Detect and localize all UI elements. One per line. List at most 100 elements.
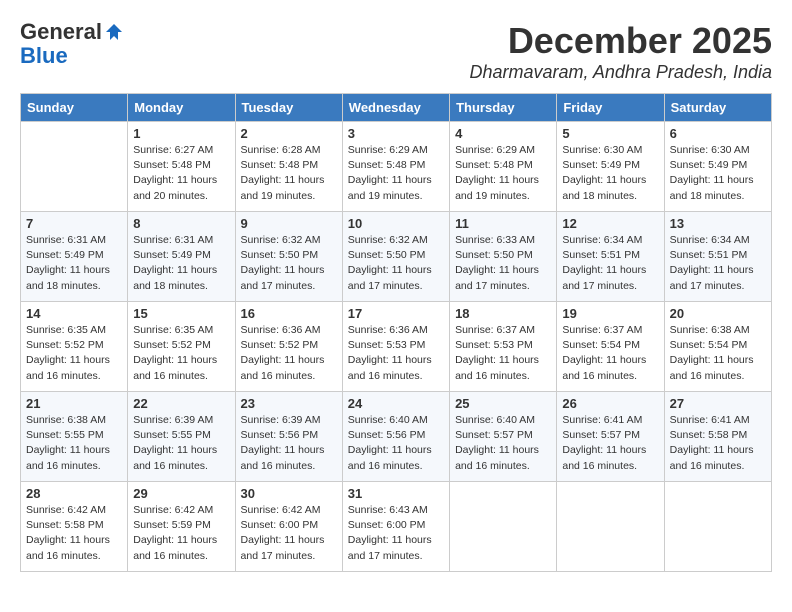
day-number: 30 — [241, 486, 337, 501]
cell-info: Sunrise: 6:38 AM Sunset: 5:55 PM Dayligh… — [26, 413, 122, 474]
calendar-cell — [557, 482, 664, 572]
cell-info: Sunrise: 6:43 AM Sunset: 6:00 PM Dayligh… — [348, 503, 444, 564]
cell-info: Sunrise: 6:41 AM Sunset: 5:57 PM Dayligh… — [562, 413, 658, 474]
column-header-monday: Monday — [128, 94, 235, 122]
calendar-cell: 6Sunrise: 6:30 AM Sunset: 5:49 PM Daylig… — [664, 122, 771, 212]
calendar-cell: 21Sunrise: 6:38 AM Sunset: 5:55 PM Dayli… — [21, 392, 128, 482]
day-number: 5 — [562, 126, 658, 141]
calendar-cell: 2Sunrise: 6:28 AM Sunset: 5:48 PM Daylig… — [235, 122, 342, 212]
cell-info: Sunrise: 6:28 AM Sunset: 5:48 PM Dayligh… — [241, 143, 337, 204]
calendar-cell: 25 Sunrise: 6:40 AM Sunset: 5:57 PM Dayli… — [450, 392, 557, 482]
cell-info: Sunrise: 6:36 AM Sunset: 5:53 PM Dayligh… — [348, 323, 444, 384]
day-number: 12 — [562, 216, 658, 231]
calendar-cell: 13 Sunrise: 6:34 AM Sunset: 5:51 PM Dayli… — [664, 212, 771, 302]
cell-info: Sunrise: 6:35 AM Sunset: 5:52 PM Dayligh… — [26, 323, 122, 384]
calendar-cell: 18 Sunrise: 6:37 AM Sunset: 5:53 PM Dayli… — [450, 302, 557, 392]
calendar-cell — [450, 482, 557, 572]
cell-info: Sunrise: 6:42 AM Sunset: 6:00 PM Dayligh… — [241, 503, 337, 564]
day-number: 6 — [670, 126, 766, 141]
day-number: 28 — [26, 486, 122, 501]
logo: General Blue — [20, 20, 124, 68]
day-number: 3 — [348, 126, 444, 141]
calendar-cell: 8 Sunrise: 6:31 AM Sunset: 5:49 PM Daylig… — [128, 212, 235, 302]
day-number: 8 — [133, 216, 229, 231]
day-number: 23 — [241, 396, 337, 411]
calendar-cell: 27Sunrise: 6:41 AM Sunset: 5:58 PM Dayli… — [664, 392, 771, 482]
day-number: 19 — [562, 306, 658, 321]
week-row: 7 Sunrise: 6:31 AM Sunset: 5:49 PM Daylig… — [21, 212, 772, 302]
day-number: 7 — [26, 216, 122, 231]
month-title: December 2025 — [470, 20, 772, 62]
cell-info: Sunrise: 6:33 AM Sunset: 5:50 PM Dayligh… — [455, 233, 551, 294]
day-number: 4 — [455, 126, 551, 141]
calendar-cell — [664, 482, 771, 572]
calendar-cell: 20 Sunrise: 6:38 AM Sunset: 5:54 PM Dayli… — [664, 302, 771, 392]
calendar-cell: 12Sunrise: 6:34 AM Sunset: 5:51 PM Dayli… — [557, 212, 664, 302]
cell-info: Sunrise: 6:36 AM Sunset: 5:52 PM Dayligh… — [241, 323, 337, 384]
calendar-cell — [21, 122, 128, 212]
cell-info: Sunrise: 6:27 AM Sunset: 5:48 PM Dayligh… — [133, 143, 229, 204]
cell-info: Sunrise: 6:39 AM Sunset: 5:56 PM Dayligh… — [241, 413, 337, 474]
week-row: 14Sunrise: 6:35 AM Sunset: 5:52 PM Dayli… — [21, 302, 772, 392]
calendar-cell: 7 Sunrise: 6:31 AM Sunset: 5:49 PM Daylig… — [21, 212, 128, 302]
column-header-friday: Friday — [557, 94, 664, 122]
calendar-cell: 14Sunrise: 6:35 AM Sunset: 5:52 PM Dayli… — [21, 302, 128, 392]
cell-info: Sunrise: 6:34 AM Sunset: 5:51 PM Dayligh… — [670, 233, 766, 294]
calendar-cell: 28Sunrise: 6:42 AM Sunset: 5:58 PM Dayli… — [21, 482, 128, 572]
day-number: 16 — [241, 306, 337, 321]
calendar-cell: 1 Sunrise: 6:27 AM Sunset: 5:48 PM Daylig… — [128, 122, 235, 212]
cell-info: Sunrise: 6:32 AM Sunset: 5:50 PM Dayligh… — [348, 233, 444, 294]
calendar-table: SundayMondayTuesdayWednesdayThursdayFrid… — [20, 93, 772, 572]
header-row: SundayMondayTuesdayWednesdayThursdayFrid… — [21, 94, 772, 122]
cell-info: Sunrise: 6:42 AM Sunset: 5:59 PM Dayligh… — [133, 503, 229, 564]
calendar-cell: 4Sunrise: 6:29 AM Sunset: 5:48 PM Daylig… — [450, 122, 557, 212]
day-number: 25 — [455, 396, 551, 411]
day-number: 31 — [348, 486, 444, 501]
day-number: 29 — [133, 486, 229, 501]
cell-info: Sunrise: 6:37 AM Sunset: 5:53 PM Dayligh… — [455, 323, 551, 384]
page-header: General Blue December 2025 Dharmavaram, … — [20, 20, 772, 83]
day-number: 20 — [670, 306, 766, 321]
calendar-cell: 19 Sunrise: 6:37 AM Sunset: 5:54 PM Dayli… — [557, 302, 664, 392]
calendar-cell: 30 Sunrise: 6:42 AM Sunset: 6:00 PM Dayli… — [235, 482, 342, 572]
calendar-cell: 11 Sunrise: 6:33 AM Sunset: 5:50 PM Dayli… — [450, 212, 557, 302]
cell-info: Sunrise: 6:40 AM Sunset: 5:56 PM Dayligh… — [348, 413, 444, 474]
calendar-cell: 9 Sunrise: 6:32 AM Sunset: 5:50 PM Daylig… — [235, 212, 342, 302]
day-number: 17 — [348, 306, 444, 321]
column-header-saturday: Saturday — [664, 94, 771, 122]
week-row: 28Sunrise: 6:42 AM Sunset: 5:58 PM Dayli… — [21, 482, 772, 572]
day-number: 11 — [455, 216, 551, 231]
cell-info: Sunrise: 6:29 AM Sunset: 5:48 PM Dayligh… — [348, 143, 444, 204]
day-number: 13 — [670, 216, 766, 231]
week-row: 21Sunrise: 6:38 AM Sunset: 5:55 PM Dayli… — [21, 392, 772, 482]
day-number: 26 — [562, 396, 658, 411]
cell-info: Sunrise: 6:38 AM Sunset: 5:54 PM Dayligh… — [670, 323, 766, 384]
calendar-cell: 5 Sunrise: 6:30 AM Sunset: 5:49 PM Daylig… — [557, 122, 664, 212]
cell-info: Sunrise: 6:35 AM Sunset: 5:52 PM Dayligh… — [133, 323, 229, 384]
cell-info: Sunrise: 6:31 AM Sunset: 5:49 PM Dayligh… — [133, 233, 229, 294]
day-number: 10 — [348, 216, 444, 231]
day-number: 15 — [133, 306, 229, 321]
cell-info: Sunrise: 6:30 AM Sunset: 5:49 PM Dayligh… — [562, 143, 658, 204]
day-number: 1 — [133, 126, 229, 141]
title-block: December 2025 Dharmavaram, Andhra Prades… — [470, 20, 772, 83]
cell-info: Sunrise: 6:41 AM Sunset: 5:58 PM Dayligh… — [670, 413, 766, 474]
column-header-tuesday: Tuesday — [235, 94, 342, 122]
calendar-cell: 15 Sunrise: 6:35 AM Sunset: 5:52 PM Dayli… — [128, 302, 235, 392]
calendar-cell: 10 Sunrise: 6:32 AM Sunset: 5:50 PM Dayli… — [342, 212, 449, 302]
calendar-cell: 26 Sunrise: 6:41 AM Sunset: 5:57 PM Dayli… — [557, 392, 664, 482]
column-header-sunday: Sunday — [21, 94, 128, 122]
calendar-cell: 29 Sunrise: 6:42 AM Sunset: 5:59 PM Dayli… — [128, 482, 235, 572]
day-number: 22 — [133, 396, 229, 411]
cell-info: Sunrise: 6:40 AM Sunset: 5:57 PM Dayligh… — [455, 413, 551, 474]
calendar-cell: 24Sunrise: 6:40 AM Sunset: 5:56 PM Dayli… — [342, 392, 449, 482]
day-number: 9 — [241, 216, 337, 231]
calendar-cell: 3 Sunrise: 6:29 AM Sunset: 5:48 PM Daylig… — [342, 122, 449, 212]
cell-info: Sunrise: 6:32 AM Sunset: 5:50 PM Dayligh… — [241, 233, 337, 294]
column-header-thursday: Thursday — [450, 94, 557, 122]
cell-info: Sunrise: 6:37 AM Sunset: 5:54 PM Dayligh… — [562, 323, 658, 384]
cell-info: Sunrise: 6:31 AM Sunset: 5:49 PM Dayligh… — [26, 233, 122, 294]
cell-info: Sunrise: 6:39 AM Sunset: 5:55 PM Dayligh… — [133, 413, 229, 474]
day-number: 18 — [455, 306, 551, 321]
week-row: 1 Sunrise: 6:27 AM Sunset: 5:48 PM Daylig… — [21, 122, 772, 212]
